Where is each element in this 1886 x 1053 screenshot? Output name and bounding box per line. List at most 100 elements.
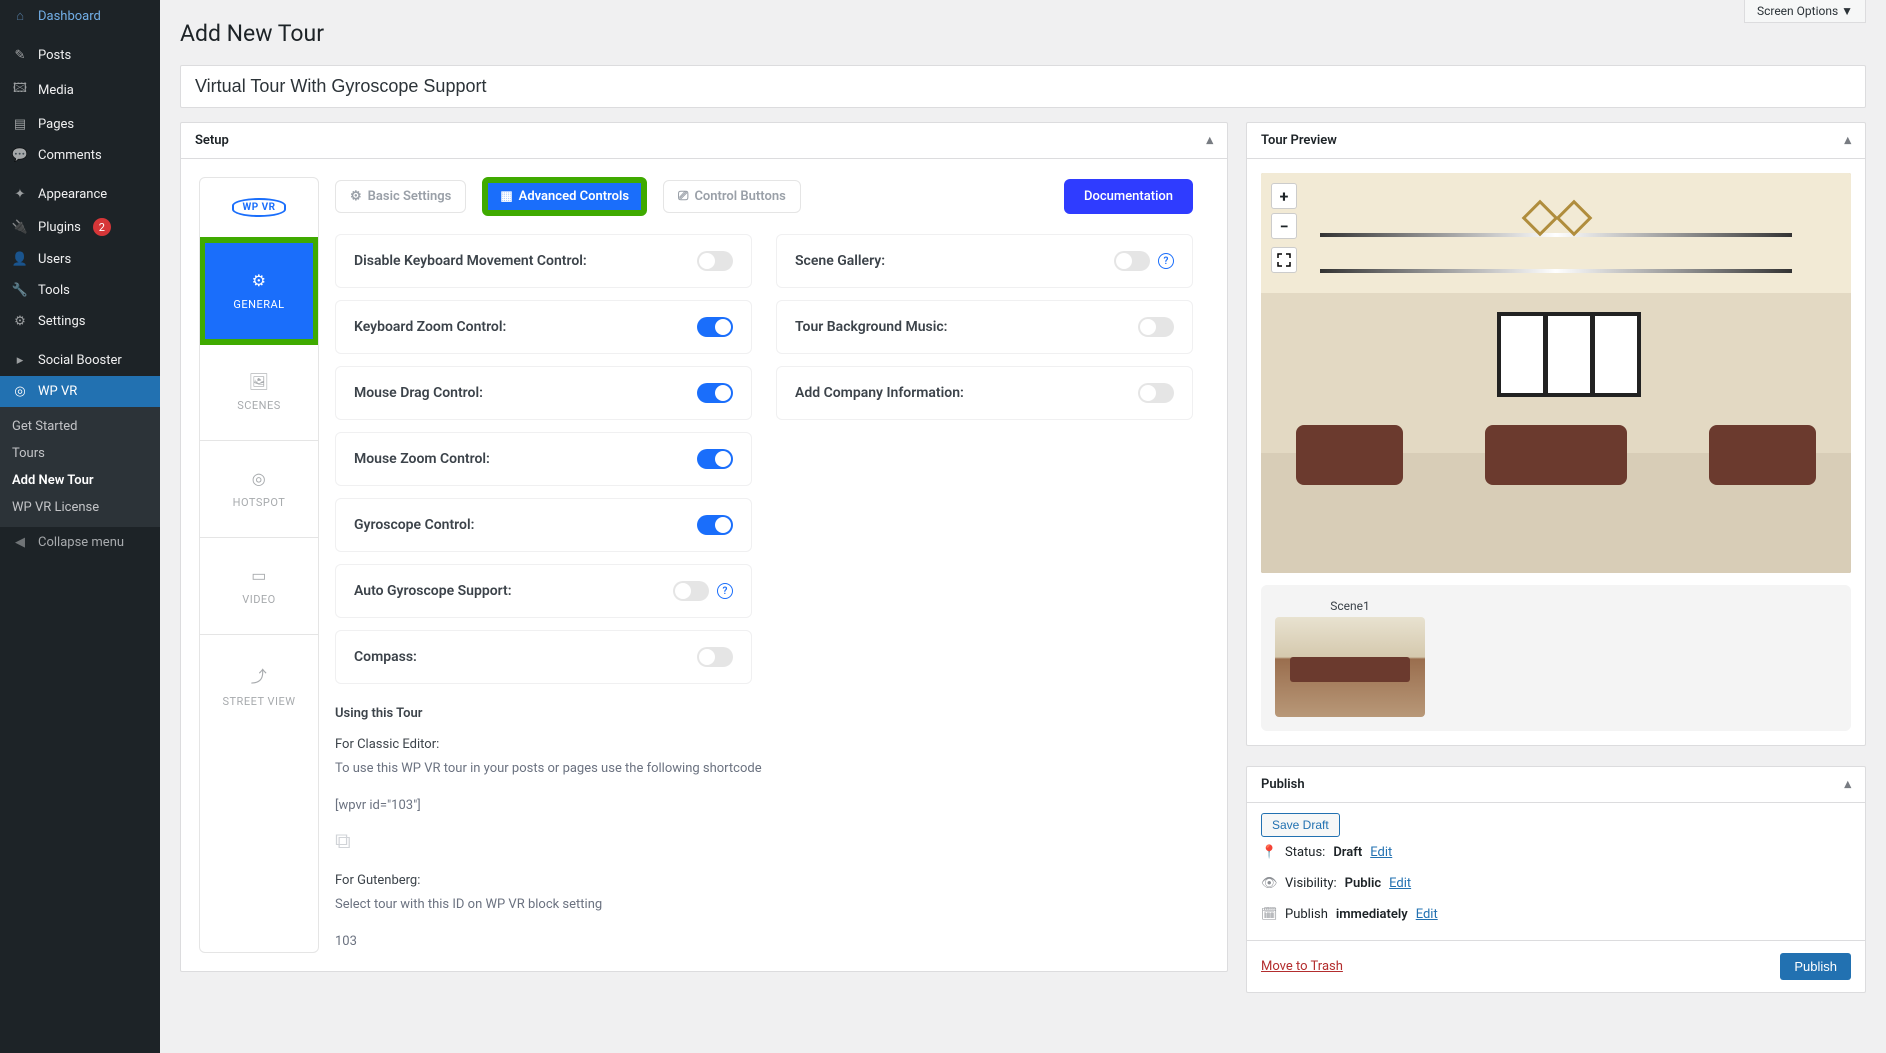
socialbooster-icon: ▸ — [10, 353, 30, 368]
control-label: Disable Keyboard Movement Control: — [354, 253, 587, 269]
setup-title: Setup — [195, 133, 229, 148]
control-scene-gallery: Scene Gallery: ? — [776, 234, 1193, 288]
toggle-gyroscope[interactable] — [697, 515, 733, 535]
control-label: Add Company Information: — [795, 385, 964, 401]
media-icon: 🖾 — [10, 79, 30, 101]
toggle-scene-gallery[interactable] — [1114, 251, 1150, 271]
setup-collapse-icon[interactable]: ▴ — [1206, 133, 1213, 148]
vertical-tabs: WP VR ⚙ GENERAL 🖼 SCENES ◎ HOTSPOT — [199, 177, 319, 953]
copy-icon[interactable]: ⧉ — [335, 822, 1193, 862]
collapse-icon: ◀ — [10, 535, 30, 550]
menu-settings[interactable]: ⚙ Settings — [0, 306, 160, 337]
control-disable-keyboard: Disable Keyboard Movement Control: — [335, 234, 752, 288]
publish-edit-link[interactable]: Edit — [1416, 907, 1438, 922]
preview-postbox: Tour Preview ▴ — [1246, 122, 1866, 746]
toggle-disable-keyboard[interactable] — [697, 251, 733, 271]
menu-label: Dashboard — [38, 9, 101, 24]
menu-comments[interactable]: 💬 Comments — [0, 140, 160, 171]
menu-label: Posts — [38, 48, 71, 63]
publish-button[interactable]: Publish — [1780, 953, 1851, 980]
video-icon: ▭ — [210, 566, 308, 585]
top-tabs: ⚙ Basic Settings ▦ Advanced Controls ⎚ C… — [335, 177, 1193, 216]
pages-icon: ▤ — [10, 117, 30, 132]
menu-users[interactable]: 👤 Users — [0, 244, 160, 275]
submenu-add-new-tour[interactable]: Add New Tour — [0, 467, 160, 494]
toggle-compass[interactable] — [697, 647, 733, 667]
menu-wpvr[interactable]: ◎ WP VR — [0, 376, 160, 407]
tab-label: Control Buttons — [694, 189, 785, 204]
menu-tools[interactable]: 🔧 Tools — [0, 275, 160, 306]
documentation-button[interactable]: Documentation — [1064, 179, 1193, 214]
gear-icon: ⚙ — [215, 271, 303, 290]
vtab-general[interactable]: ⚙ GENERAL — [199, 237, 319, 345]
menu-social-booster[interactable]: ▸ Social Booster — [0, 345, 160, 376]
tour-title-input[interactable] — [180, 65, 1866, 108]
toggle-company-info[interactable] — [1138, 383, 1174, 403]
zoom-in-button[interactable]: + — [1271, 183, 1297, 209]
vtab-video[interactable]: ▭ VIDEO — [200, 538, 318, 635]
control-label: Compass: — [354, 649, 417, 665]
painting-decor — [1544, 312, 1594, 397]
vtab-scenes[interactable]: 🖼 SCENES — [200, 344, 318, 441]
sofa-decor — [1709, 425, 1815, 485]
menu-label: Appearance — [38, 187, 107, 202]
control-auto-gyroscope: Auto Gyroscope Support: ? — [335, 564, 752, 618]
menu-label: Tools — [38, 283, 70, 298]
vtab-label: HOTSPOT — [233, 496, 286, 509]
control-label: Keyboard Zoom Control: — [354, 319, 506, 335]
tools-icon: 🔧 — [10, 283, 30, 298]
visibility-value: Public — [1345, 876, 1381, 891]
preview-collapse-icon[interactable]: ▴ — [1844, 133, 1851, 148]
menu-posts[interactable]: ✎ Posts — [0, 40, 160, 71]
toggle-mouse-drag[interactable] — [697, 383, 733, 403]
toggle-bg-music[interactable] — [1138, 317, 1174, 337]
vtab-label: VIDEO — [242, 593, 276, 606]
control-label: Gyroscope Control: — [354, 517, 474, 533]
info-icon[interactable]: ? — [717, 583, 733, 599]
visibility-edit-link[interactable]: Edit — [1389, 876, 1411, 891]
menu-media[interactable]: 🖾 Media — [0, 71, 160, 109]
setup-header: Setup ▴ — [181, 123, 1227, 159]
classic-text: To use this WP VR tour in your posts or … — [335, 757, 1193, 780]
menu-dashboard[interactable]: ⌂ Dashboard — [0, 0, 160, 32]
zoom-out-button[interactable]: − — [1271, 213, 1297, 239]
main-content: Screen Options ▼ Add New Tour Setup ▴ WP… — [160, 0, 1886, 1053]
toggle-keyboard-zoom[interactable] — [697, 317, 733, 337]
menu-plugins[interactable]: 🔌 Plugins 2 — [0, 210, 160, 244]
menu-label: WP VR — [38, 384, 77, 399]
toggle-auto-gyroscope[interactable] — [673, 581, 709, 601]
save-draft-button[interactable]: Save Draft — [1261, 813, 1340, 837]
submenu-tours[interactable]: Tours — [0, 440, 160, 467]
vtab-hotspot[interactable]: ◎ HOTSPOT — [200, 441, 318, 538]
submenu-license[interactable]: WP VR License — [0, 494, 160, 521]
tab-basic-settings[interactable]: ⚙ Basic Settings — [335, 180, 466, 213]
publish-collapse-icon[interactable]: ▴ — [1844, 777, 1851, 792]
fullscreen-button[interactable] — [1271, 247, 1297, 273]
screen-options-tab[interactable]: Screen Options ▼ — [1744, 0, 1866, 23]
toggle-mouse-zoom[interactable] — [697, 449, 733, 469]
menu-appearance[interactable]: ✦ Appearance — [0, 179, 160, 210]
vtab-streetview[interactable]: ⤴ STREET VIEW — [200, 635, 318, 736]
scene-thumbnail[interactable]: Scene1 — [1275, 599, 1425, 717]
plugins-icon: 🔌 — [10, 220, 30, 235]
vtab-label: SCENES — [237, 399, 281, 412]
usage-heading: Using this Tour — [335, 702, 1193, 725]
comments-icon: 💬 — [10, 148, 30, 163]
tab-advanced-controls[interactable]: ▦ Advanced Controls — [482, 177, 647, 216]
info-icon[interactable]: ? — [1158, 253, 1174, 269]
dashboard-icon: ⌂ — [10, 8, 30, 24]
sofa-decor — [1296, 425, 1402, 485]
control-mouse-drag: Mouse Drag Control: — [335, 366, 752, 420]
status-edit-link[interactable]: Edit — [1370, 845, 1392, 860]
collapse-menu[interactable]: ◀ Collapse menu — [0, 527, 160, 558]
zoom-controls: + − — [1271, 183, 1297, 273]
status-value: Draft — [1333, 845, 1362, 860]
publish-label: Publish — [1285, 907, 1328, 922]
preview-viewport[interactable]: + − — [1261, 173, 1851, 573]
submenu-get-started[interactable]: Get Started — [0, 413, 160, 440]
move-to-trash-link[interactable]: Move to Trash — [1261, 959, 1343, 974]
tab-control-buttons[interactable]: ⎚ Control Buttons — [663, 180, 801, 213]
wpvr-icon: ◎ — [10, 384, 30, 399]
menu-pages[interactable]: ▤ Pages — [0, 109, 160, 140]
gutenberg-title: For Gutenberg: — [335, 869, 1193, 892]
